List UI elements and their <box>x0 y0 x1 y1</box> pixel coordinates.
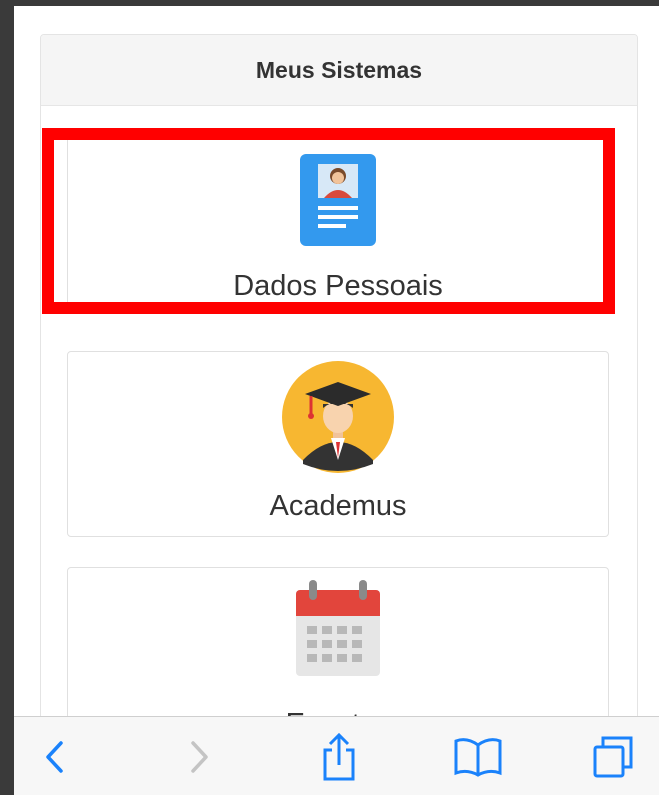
panel-header: Meus Sistemas <box>41 35 637 106</box>
share-icon <box>323 732 355 780</box>
forward-button[interactable] <box>180 717 220 795</box>
card-academus[interactable]: Academus <box>67 351 609 537</box>
panel-title: Meus Sistemas <box>255 56 423 83</box>
bookmarks-book-icon <box>454 737 502 777</box>
back-chevron-icon <box>46 740 63 773</box>
tabs-icon <box>593 736 633 777</box>
highlight-box <box>42 128 615 314</box>
card-eventos[interactable]: Eventos <box>67 567 609 735</box>
browser-screen: Meus Sistemas Dados Pessoais Academus <box>14 6 659 795</box>
calendar-icon <box>296 580 380 676</box>
card-label: Academus <box>269 490 407 522</box>
browser-toolbar <box>14 716 659 795</box>
forward-chevron-icon <box>191 740 208 773</box>
tabs-button[interactable] <box>588 717 638 795</box>
graduate-icon <box>282 361 394 473</box>
bookmarks-button[interactable] <box>450 717 506 795</box>
back-button[interactable] <box>34 717 74 795</box>
share-button[interactable] <box>316 717 362 795</box>
